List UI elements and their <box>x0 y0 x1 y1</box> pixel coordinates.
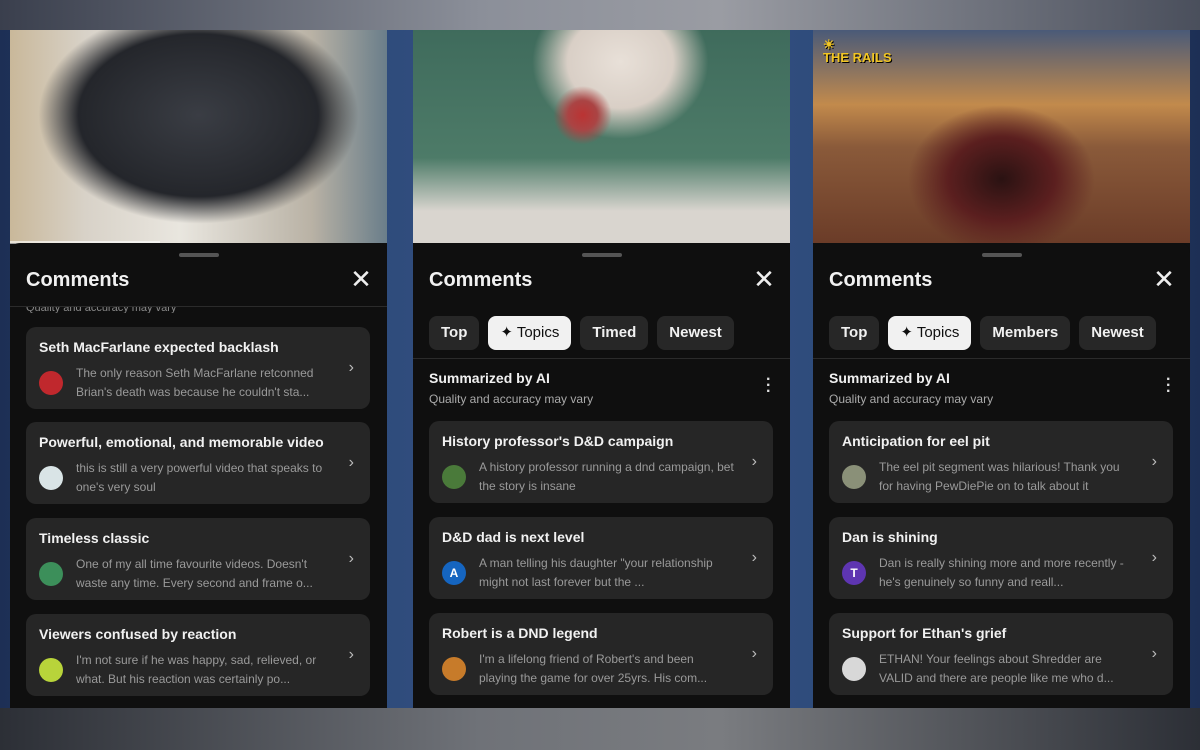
more-vert-icon[interactable]: · · · <box>1166 372 1171 400</box>
avatar <box>39 371 63 395</box>
topic-title: D&D dad is next level <box>442 529 585 545</box>
ai-summary-subtitle: Quality and accuracy may vary <box>429 392 594 406</box>
ai-summary-subtitle: Quality and accuracy may vary <box>829 392 994 406</box>
comment-preview: A man telling his daughter "your relatio… <box>479 556 713 589</box>
close-icon[interactable]: ✕ <box>752 266 776 292</box>
topic-title: Support for Ethan's grief <box>842 625 1007 641</box>
comments-title: Comments <box>26 269 130 291</box>
ai-summary-title: Summarized by AI <box>829 370 950 386</box>
background-bottom <box>0 708 1200 750</box>
chevron-right-icon: › <box>751 645 757 662</box>
chevron-right-icon: › <box>348 646 354 663</box>
comment-preview: The eel pit segment was hilarious! Thank… <box>879 460 1120 493</box>
topic-card[interactable]: Seth MacFarlane expected backlash The on… <box>26 327 370 409</box>
avatar: T <box>842 561 866 585</box>
video-player[interactable]: ☀ THE RAILS <box>813 30 1190 243</box>
comment-preview: I'm not sure if he was happy, sad, relie… <box>76 653 317 686</box>
comments-sheet: Comments ✕ Quality and accuracy may vary … <box>10 243 387 708</box>
drag-handle[interactable] <box>178 253 219 257</box>
chevron-right-icon: › <box>348 454 354 471</box>
more-vert-icon[interactable]: · · · <box>766 372 771 400</box>
topic-card[interactable]: Dan is shining T Dan is really shining m… <box>829 517 1173 599</box>
avatar <box>39 658 63 682</box>
avatar <box>842 657 866 681</box>
chip-timed[interactable]: Timed <box>580 316 649 350</box>
comment-preview: One of my all time favourite videos. Doe… <box>76 557 313 590</box>
topic-card[interactable]: Robert is a DND legend I'm a lifelong fr… <box>429 613 773 695</box>
chip-top[interactable]: Top <box>429 316 480 350</box>
channel-logo: ☀ THE RAILS <box>823 37 892 65</box>
sort-chips: Top ✦ Topics Timed Newest <box>429 316 734 350</box>
divider <box>813 358 1190 359</box>
comment-preview: Dan is really shining more and more rece… <box>879 556 1124 589</box>
video-player[interactable] <box>413 30 790 243</box>
ai-summary-title: Summarized by AI <box>429 370 550 386</box>
avatar: A <box>442 561 466 585</box>
topic-card[interactable]: Timeless classic One of my all time favo… <box>26 518 370 600</box>
video-player[interactable] <box>10 30 387 243</box>
comment-preview: The only reason Seth MacFarlane retconne… <box>76 366 314 399</box>
phone-panel: ☀ THE RAILS Comments ✕ Top ✦ Topics Members N… <box>813 30 1190 708</box>
sort-chips: Top ✦ Topics Members Newest <box>829 316 1156 350</box>
topic-card[interactable]: History professor's D&D campaign A histo… <box>429 421 773 503</box>
topic-title: Dan is shining <box>842 529 938 545</box>
avatar <box>442 465 466 489</box>
phone-panel: Comments ✕ Quality and accuracy may vary … <box>10 30 387 708</box>
topic-card[interactable]: Anticipation for eel pit The eel pit seg… <box>829 421 1173 503</box>
topic-title: Robert is a DND legend <box>442 625 598 641</box>
chip-topics[interactable]: ✦ Topics <box>888 316 972 350</box>
chip-topics[interactable]: ✦ Topics <box>488 316 572 350</box>
comment-preview: this is still a very powerful video that… <box>76 461 323 494</box>
comments-sheet: Comments ✕ Top ✦ Topics Members Newest Summa… <box>813 243 1190 708</box>
close-icon[interactable]: ✕ <box>349 266 373 292</box>
sparkle-icon: ✦ <box>500 324 517 341</box>
topic-title: Powerful, emotional, and memorable video <box>39 434 324 450</box>
topic-card[interactable]: D&D dad is next level A A man telling hi… <box>429 517 773 599</box>
chip-newest[interactable]: Newest <box>1079 316 1156 350</box>
phone-panel: Comments ✕ Top ✦ Topics Timed Newest Summari… <box>413 30 790 708</box>
avatar <box>842 465 866 489</box>
topic-title: Viewers confused by reaction <box>39 626 237 642</box>
topic-card[interactable]: Support for Ethan's grief ETHAN! Your fe… <box>829 613 1173 695</box>
topic-title: History professor's D&D campaign <box>442 433 674 449</box>
ai-summary-subtitle: Quality and accuracy may vary <box>26 307 177 313</box>
comments-title: Comments <box>429 269 533 291</box>
chevron-right-icon: › <box>1151 549 1157 566</box>
chevron-right-icon: › <box>1151 453 1157 470</box>
topic-title: Seth MacFarlane expected backlash <box>39 339 279 355</box>
divider <box>10 306 387 307</box>
drag-handle[interactable] <box>581 253 622 257</box>
avatar <box>39 562 63 586</box>
background-top <box>0 0 1200 30</box>
chevron-right-icon: › <box>348 359 354 376</box>
topic-card[interactable]: Viewers confused by reaction I'm not sur… <box>26 614 370 696</box>
comment-preview: A history professor running a dnd campai… <box>479 460 734 493</box>
chip-newest[interactable]: Newest <box>657 316 734 350</box>
topic-title: Timeless classic <box>39 530 150 546</box>
chip-members[interactable]: Members <box>980 316 1071 350</box>
topic-title: Anticipation for eel pit <box>842 433 990 449</box>
drag-handle[interactable] <box>981 253 1022 257</box>
close-icon[interactable]: ✕ <box>1152 266 1176 292</box>
chevron-right-icon: › <box>751 453 757 470</box>
comment-preview: I'm a lifelong friend of Robert's and be… <box>479 652 708 685</box>
comment-preview: ETHAN! Your feelings about Shredder are … <box>879 652 1114 685</box>
comments-title: Comments <box>829 269 933 291</box>
chip-top[interactable]: Top <box>829 316 880 350</box>
divider <box>413 358 790 359</box>
chevron-right-icon: › <box>751 549 757 566</box>
comments-sheet: Comments ✕ Top ✦ Topics Timed Newest Summari… <box>413 243 790 708</box>
sparkle-icon: ✦ <box>900 324 917 341</box>
topic-card[interactable]: Powerful, emotional, and memorable video… <box>26 422 370 504</box>
chevron-right-icon: › <box>1151 645 1157 662</box>
chevron-right-icon: › <box>348 550 354 567</box>
avatar <box>39 466 63 490</box>
avatar <box>442 657 466 681</box>
